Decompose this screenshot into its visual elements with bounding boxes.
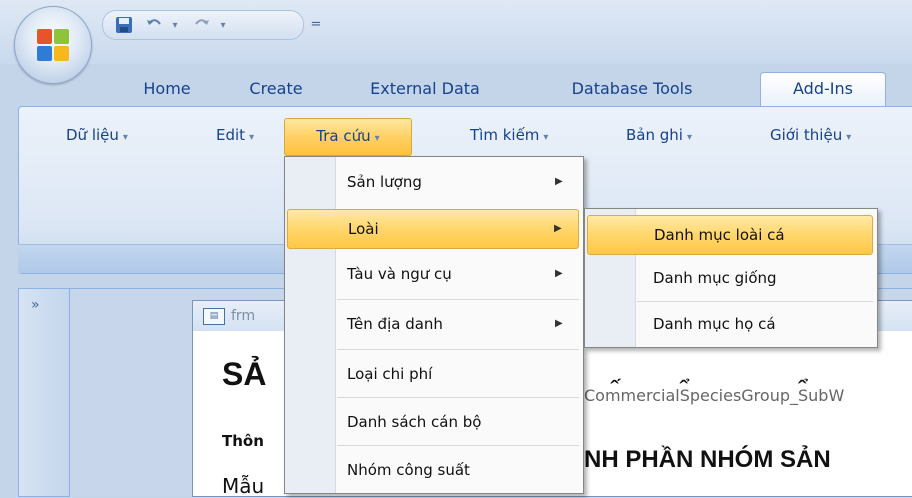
menu-item-label: Sản lượng <box>347 173 422 191</box>
menu-item-tau-va-ngu-cu[interactable]: Tàu và ngư cụ ▶ <box>287 255 579 293</box>
save-icon[interactable] <box>113 15 135 35</box>
menu-item-danh-muc-loai-ca[interactable]: Danh mục loài cá <box>587 215 873 255</box>
menu-separator <box>337 299 579 300</box>
submenu-arrow-icon: ▶ <box>555 176 563 187</box>
expand-nav-icon[interactable]: » <box>31 297 40 313</box>
office-logo-icon <box>37 29 69 61</box>
menu-gioi-thieu[interactable]: Giới thiệu ▾ <box>766 118 855 152</box>
tab-database-tools[interactable]: Database Tools <box>560 74 704 104</box>
menu-edit[interactable]: Edit ▾ <box>212 118 258 152</box>
subform-heading: NH PHẦN NHÓM SẢN <box>584 446 831 473</box>
submenu-arrow-icon: ▶ <box>554 223 562 234</box>
menu-item-nhom-cong-suat[interactable]: Nhóm công suất <box>287 451 579 489</box>
menu-item-danh-muc-giong[interactable]: Danh mục giống <box>587 259 873 297</box>
info-label: Thôn <box>222 432 264 450</box>
menu-item-label: Tàu và ngư cụ <box>347 265 452 283</box>
ribbon-tabs: Home Create External Data Database Tools… <box>0 64 912 107</box>
menu-item-san-luong[interactable]: Sản lượng ▶ <box>287 163 579 201</box>
menu-edit-label: Edit <box>216 126 246 144</box>
tra-cuu-dropdown: Sản lượng ▶ Loài ▶ Tàu và ngư cụ ▶ Tên đ… <box>284 156 584 494</box>
menu-item-label: Loài <box>348 220 379 238</box>
chevron-down-icon: ▾ <box>686 132 692 143</box>
chevron-down-icon: ▾ <box>249 132 255 143</box>
tab-home[interactable]: Home <box>128 74 206 104</box>
menu-item-label: Danh mục họ cá <box>653 315 776 333</box>
menu-item-label: Danh mục giống <box>653 269 777 287</box>
tab-add-ins[interactable]: Add-Ins <box>760 72 886 107</box>
menu-separator <box>337 445 579 446</box>
menu-item-loai[interactable]: Loài ▶ <box>287 209 579 249</box>
menu-item-loai-chi-phi[interactable]: Loại chi phí <box>287 355 579 393</box>
menu-item-label: Nhóm công suất <box>347 461 470 479</box>
menu-item-label: Tên địa danh <box>347 315 443 333</box>
menu-tim-kiem[interactable]: Tìm kiếm ▾ <box>466 118 552 152</box>
undo-icon[interactable] <box>143 15 165 35</box>
menu-item-label: Danh sách cán bộ <box>347 413 482 431</box>
menu-item-danh-muc-ho-ca[interactable]: Danh mục họ cá <box>587 305 873 343</box>
customize-toolbar-icon[interactable]: = <box>309 14 323 34</box>
redo-icon[interactable] <box>191 15 213 35</box>
menu-tra-cuu-label: Tra cứu <box>316 127 371 145</box>
chevron-down-icon: ▾ <box>374 133 380 144</box>
tab-external-data[interactable]: External Data <box>360 74 490 104</box>
chevron-down-icon: ▾ <box>846 132 852 143</box>
redo-dropdown-icon[interactable]: ▾ <box>215 15 227 35</box>
undo-dropdown-icon[interactable]: ▾ <box>167 15 179 35</box>
menu-item-label: Danh mục loài cá <box>654 226 785 244</box>
sample-label: Mẫu <box>222 474 265 498</box>
form-heading-left: SẢ <box>222 356 267 392</box>
menu-separator <box>337 349 579 350</box>
menu-ban-ghi-label: Bản ghi <box>626 126 683 144</box>
menu-du-lieu[interactable]: Dữ liệu ▾ <box>62 118 132 152</box>
office-button[interactable] <box>14 6 92 84</box>
menu-item-label: Loại chi phí <box>347 365 433 383</box>
menu-separator <box>637 301 873 302</box>
menu-gioi-thieu-label: Giới thiệu <box>770 126 843 144</box>
menu-tra-cuu[interactable]: Tra cứu ▾ <box>284 118 412 156</box>
menu-du-lieu-label: Dữ liệu <box>66 126 119 144</box>
loai-submenu: Danh mục loài cá Danh mục giống Danh mục… <box>584 208 878 348</box>
menu-tim-kiem-label: Tìm kiếm <box>470 126 540 144</box>
tab-create[interactable]: Create <box>236 74 316 104</box>
submenu-arrow-icon: ▶ <box>555 268 563 279</box>
subform-title: CommercialSpeciesGroup_SubW <box>584 386 845 405</box>
chevron-down-icon: ▾ <box>543 132 549 143</box>
menu-ban-ghi[interactable]: Bản ghi ▾ <box>622 118 696 152</box>
quick-access-toolbar: ▾ ▾ = <box>102 10 321 40</box>
menu-item-danh-sach-can-bo[interactable]: Danh sách cán bộ <box>287 403 579 441</box>
menu-separator <box>337 397 579 398</box>
navigation-pane-collapsed[interactable]: » <box>18 288 70 497</box>
submenu-arrow-icon: ▶ <box>555 318 563 329</box>
menu-item-ten-dia-danh[interactable]: Tên địa danh ▶ <box>287 305 579 343</box>
form-icon: ▤ <box>203 308 225 325</box>
chevron-down-icon: ▾ <box>122 132 128 143</box>
form-title: frm <box>231 308 256 324</box>
